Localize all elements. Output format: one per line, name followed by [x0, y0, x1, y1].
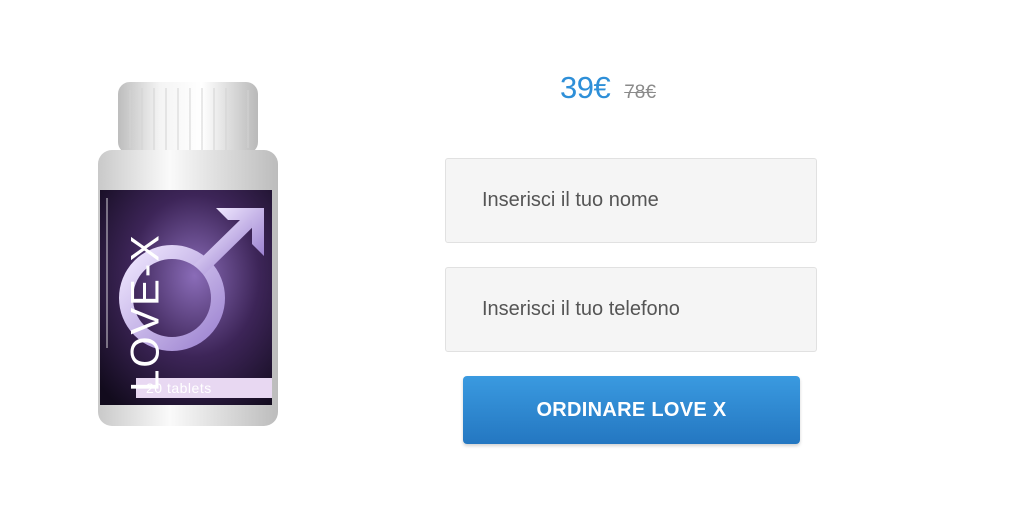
order-button[interactable]: ORDINARE LOVE X [463, 376, 800, 444]
price-row: 39€ 78€ [560, 70, 700, 110]
phone-input[interactable] [445, 267, 817, 352]
original-price: 78€ [624, 82, 656, 103]
product-image: LOVE-X 20 tablets [92, 80, 282, 430]
sale-price: 39€ [560, 70, 611, 105]
brand-label: LOVE-X [123, 233, 168, 392]
tablet-count-label: 20 tablets [146, 380, 212, 396]
name-input[interactable] [445, 158, 817, 243]
